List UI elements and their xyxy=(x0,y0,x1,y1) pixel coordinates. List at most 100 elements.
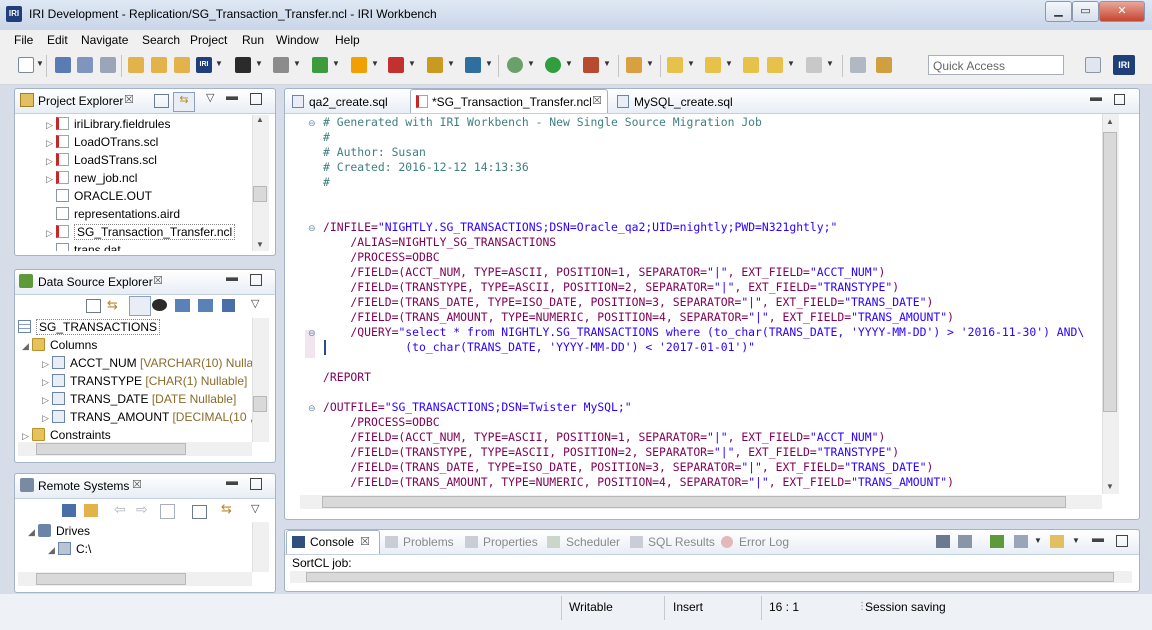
menu-file[interactable]: File xyxy=(14,33,33,47)
project-explorer-scrollbar[interactable] xyxy=(252,115,269,251)
scroll-thumb[interactable] xyxy=(253,396,267,412)
close-icon[interactable]: ☒ xyxy=(360,535,370,548)
quick-access-input[interactable]: Quick Access xyxy=(928,55,1064,75)
minimize-view-icon[interactable]: ▬ xyxy=(1092,531,1104,545)
prev-annotation-icon[interactable] xyxy=(705,57,721,73)
fold-toggle-icon[interactable]: ⊖ xyxy=(308,328,323,339)
maximize-view-icon[interactable] xyxy=(250,274,262,286)
terminate-icon[interactable] xyxy=(936,535,950,548)
run-dropdown-icon[interactable]: ▼ xyxy=(565,59,573,68)
open-project-icon[interactable] xyxy=(151,57,167,73)
expand-arrow-icon[interactable]: ▷ xyxy=(42,373,52,391)
next-annotation-icon[interactable] xyxy=(667,57,683,73)
external-tools-icon[interactable] xyxy=(583,57,599,73)
save-icon[interactable] xyxy=(55,57,71,73)
open-console-icon[interactable] xyxy=(1050,535,1064,548)
fold-toggle-icon[interactable]: ⊖ xyxy=(308,223,323,234)
forward-dropdown-icon[interactable]: ▼ xyxy=(826,59,834,68)
tree-item[interactable]: ▷ TRANS_AMOUNT [DECIMAL(10 , xyxy=(18,408,252,426)
iri-perspective-button[interactable]: IRI xyxy=(1113,55,1135,75)
expand-arrow-icon[interactable]: ▷ xyxy=(42,355,52,373)
tab-sql-results[interactable]: SQL Results xyxy=(648,535,715,549)
tree-item[interactable]: ▷ TRANS_DATE [DATE Nullable] xyxy=(18,390,252,408)
new-dropdown-icon[interactable]: ▼ xyxy=(36,59,44,68)
scroll-thumb[interactable] xyxy=(253,186,267,202)
menu-help[interactable]: Help xyxy=(335,33,360,47)
back-icon[interactable]: ⇦ xyxy=(114,501,126,518)
menu-project[interactable]: Project xyxy=(190,33,227,47)
tab-problems[interactable]: Problems xyxy=(403,535,454,549)
pen-dropdown-icon[interactable]: ▼ xyxy=(646,59,654,68)
transform-dropdown-icon[interactable]: ▼ xyxy=(447,59,455,68)
editor-tab-label[interactable]: *SG_Transaction_Transfer.ncl xyxy=(432,95,592,109)
database-icon[interactable] xyxy=(312,57,328,73)
minimize-view-icon[interactable]: ▬ xyxy=(226,270,238,284)
menu-edit[interactable]: Edit xyxy=(47,33,68,47)
minimize-view-icon[interactable]: ▬ xyxy=(226,89,238,103)
flow-dropdown-icon[interactable]: ▼ xyxy=(485,59,493,68)
tree-item[interactable]: ◢ C:\ xyxy=(18,540,252,558)
tab-error-log[interactable]: Error Log xyxy=(739,535,789,549)
view-menu-icon[interactable]: ▽ xyxy=(251,297,259,310)
forward-icon[interactable] xyxy=(806,57,822,73)
prev-annotation-dropdown-icon[interactable]: ▼ xyxy=(725,59,733,68)
debug-dropdown-icon[interactable]: ▼ xyxy=(527,59,535,68)
tree-item[interactable]: ▷ iriLibrary.fieldrules xyxy=(46,115,250,133)
run-config-icon[interactable] xyxy=(235,57,251,73)
expand-arrow-icon[interactable]: ▷ xyxy=(22,427,32,442)
remove-launches-icon[interactable] xyxy=(958,535,972,548)
new-connection-icon[interactable] xyxy=(62,504,76,517)
tool-icon[interactable] xyxy=(273,57,289,73)
fold-toggle-icon[interactable]: ⊖ xyxy=(308,403,323,414)
link-icon[interactable]: ⇆ xyxy=(221,501,232,517)
fold-toggle-icon[interactable]: ⊖ xyxy=(308,118,323,129)
tree-item[interactable]: ▷ TRANSTYPE [CHAR(1) Nullable] xyxy=(18,372,252,390)
expand-arrow-icon[interactable]: ▷ xyxy=(46,152,56,170)
minimize-view-icon[interactable]: ▬ xyxy=(226,474,238,488)
scroll-thumb[interactable] xyxy=(1103,132,1117,412)
import-icon[interactable] xyxy=(175,299,190,312)
connect-icon[interactable] xyxy=(152,299,167,311)
maximize-view-icon[interactable] xyxy=(1116,535,1128,547)
display-console-dropdown-icon[interactable]: ▼ xyxy=(1034,536,1042,545)
open-perspective-icon[interactable] xyxy=(1085,57,1101,73)
iri-dropdown-icon[interactable]: ▼ xyxy=(215,59,223,68)
close-icon[interactable]: ☒ xyxy=(153,274,163,287)
remote-systems-title[interactable]: Remote Systems xyxy=(38,479,129,493)
restore-view-icon[interactable] xyxy=(1114,94,1125,105)
menu-window[interactable]: Window xyxy=(276,33,319,47)
expand-arrow-icon[interactable]: ▷ xyxy=(42,409,52,427)
hscroll-thumb[interactable] xyxy=(36,573,186,585)
export-icon[interactable] xyxy=(198,299,213,312)
tree-item[interactable]: ◢ Drives xyxy=(18,522,252,540)
run-config-dropdown-icon[interactable]: ▼ xyxy=(255,59,263,68)
data-class-icon[interactable] xyxy=(388,57,404,73)
hscroll-thumb[interactable] xyxy=(306,572,1114,582)
close-icon[interactable]: ☒ xyxy=(124,93,134,106)
editor-tab-label[interactable]: qa2_create.sql xyxy=(309,95,388,109)
last-edit-icon[interactable] xyxy=(743,57,759,73)
scroll-down-icon[interactable]: ▼ xyxy=(1106,482,1114,491)
editor-tab-label[interactable]: MySQL_create.sql xyxy=(634,95,733,109)
save-profile-icon[interactable] xyxy=(222,299,235,312)
tree-item[interactable]: ▷ SG_Transaction_Transfer.ncl xyxy=(46,223,250,241)
database-dropdown-icon[interactable]: ▼ xyxy=(332,59,340,68)
forward-icon[interactable]: ⇨ xyxy=(136,501,148,518)
open-folder-icon[interactable] xyxy=(128,57,144,73)
tab-properties[interactable]: Properties xyxy=(483,535,538,549)
tab-console-label[interactable]: Console xyxy=(310,535,354,549)
project-explorer-title[interactable]: Project Explorer xyxy=(38,94,123,108)
tree-item[interactable]: representations.aird xyxy=(46,205,250,223)
pen-icon[interactable] xyxy=(626,57,642,73)
expand-arrow-icon[interactable]: ▷ xyxy=(46,134,56,152)
tree-item[interactable]: ▷ Constraints xyxy=(18,426,252,442)
minimize-button[interactable]: ▁ xyxy=(1045,1,1072,22)
new-icon[interactable] xyxy=(18,57,34,73)
view-menu-icon[interactable]: ▽ xyxy=(206,91,214,104)
expand-arrow-icon[interactable]: ▷ xyxy=(46,170,56,188)
menu-navigate[interactable]: Navigate xyxy=(81,33,128,47)
back-dropdown-icon[interactable]: ▼ xyxy=(787,59,795,68)
hscroll-thumb[interactable] xyxy=(36,443,186,455)
collapse-all-icon[interactable] xyxy=(154,94,169,108)
iri-menu-icon[interactable]: IRI xyxy=(196,57,212,73)
